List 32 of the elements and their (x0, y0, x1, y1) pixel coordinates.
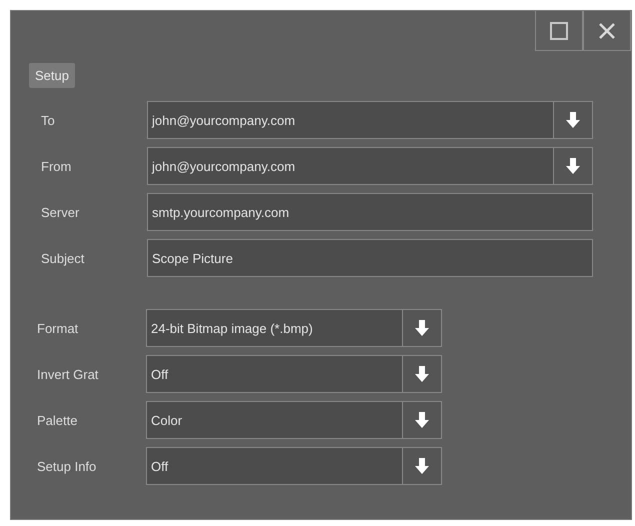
down-arrow-icon (565, 157, 581, 175)
down-arrow-icon (414, 319, 430, 337)
dropdown-button[interactable] (402, 356, 441, 392)
down-arrow-icon (414, 365, 430, 383)
field-label: To (40, 112, 56, 128)
field-label: From (40, 158, 72, 174)
dropdown-field[interactable]: Off (146, 355, 442, 393)
field-label: Invert Grat (36, 366, 100, 382)
maximize-icon (548, 20, 570, 42)
field-label: Palette (36, 412, 78, 428)
close-button[interactable] (583, 11, 631, 51)
field-label: Subject (40, 250, 86, 266)
dropdown-field[interactable]: Off (146, 447, 442, 485)
maximize-button[interactable] (535, 11, 583, 51)
setup-tab[interactable]: Setup (29, 63, 75, 88)
dropdown-field[interactable]: Color (146, 401, 442, 439)
input-field[interactable]: Scope Picture (147, 239, 593, 277)
down-arrow-icon (565, 111, 581, 129)
down-arrow-icon (414, 411, 430, 429)
input-field[interactable]: smtp.yourcompany.com (147, 193, 593, 231)
dropdown-button[interactable] (553, 102, 592, 138)
field-label: Setup Info (36, 458, 98, 474)
dropdown-button[interactable] (553, 148, 592, 184)
dropdown-button[interactable] (402, 310, 441, 346)
dropdown-button[interactable] (402, 448, 441, 484)
down-arrow-icon (414, 457, 430, 475)
dropdown-field[interactable]: john@yourcompany.com (147, 147, 593, 185)
dropdown-field[interactable]: john@yourcompany.com (147, 101, 593, 139)
dropdown-button[interactable] (402, 402, 441, 438)
dropdown-field[interactable]: 24-bit Bitmap image (*.bmp) (146, 309, 442, 347)
field-label: Format (36, 320, 80, 336)
field-label: Server (40, 204, 80, 220)
